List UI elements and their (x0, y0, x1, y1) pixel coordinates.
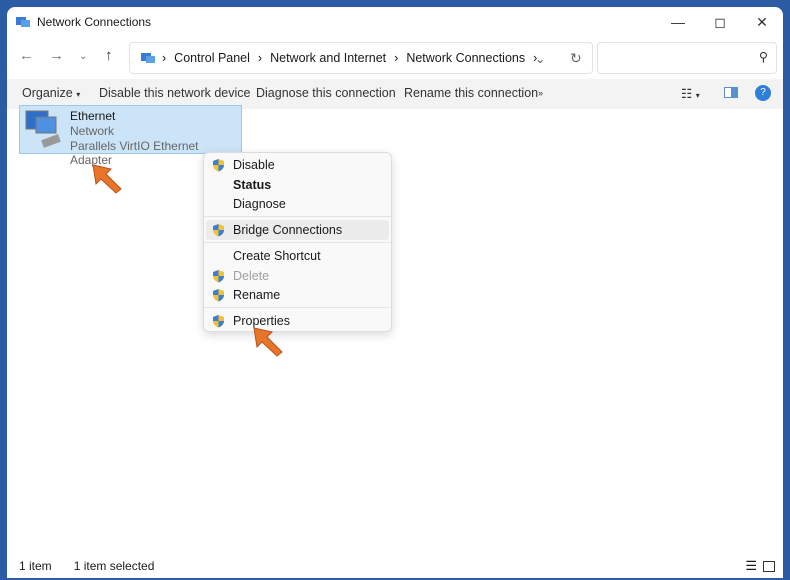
connection-status: Network (70, 124, 115, 138)
rename-button[interactable]: Rename this connection (404, 86, 538, 100)
help-icon[interactable]: ? (755, 85, 771, 101)
menu-item-disable[interactable]: Disable (206, 155, 389, 175)
back-icon[interactable]: ← (19, 47, 34, 64)
view-options-icon[interactable]: ☷ ▾ (681, 86, 700, 101)
organize-button[interactable]: Organize ▾ (22, 86, 80, 100)
diagnose-button[interactable]: Diagnose this connection (256, 86, 396, 100)
status-bar: 1 item 1 item selected ☰ (7, 554, 783, 578)
menu-item-properties[interactable]: Properties (206, 311, 389, 331)
network-connections-icon (16, 17, 30, 27)
large-icons-view-icon[interactable] (763, 560, 775, 572)
shield-icon (213, 159, 224, 172)
connection-name: Ethernet (70, 109, 116, 123)
network-icon (141, 53, 155, 63)
close-button[interactable]: ✕ (741, 7, 783, 37)
menu-item-delete: Delete (206, 266, 389, 286)
breadcrumb-control-panel[interactable]: Control Panel (174, 51, 250, 65)
ethernet-adapter-icon (25, 110, 61, 148)
ethernet-connection[interactable]: Ethernet Network Parallels VirtIO Ethern… (19, 105, 242, 167)
shield-icon (213, 224, 224, 237)
details-view-icon[interactable]: ☰ (745, 558, 757, 574)
preview-pane-icon[interactable] (724, 87, 738, 98)
pointer-arrow-icon (253, 327, 283, 357)
window: Network Connections — ◻ ✕ ← → ⌄ ↑ › Cont… (7, 7, 783, 578)
item-count: 1 item (19, 559, 52, 573)
menu-item-rename[interactable]: Rename (206, 285, 389, 305)
breadcrumb-network-internet[interactable]: Network and Internet (270, 51, 386, 65)
refresh-icon[interactable]: ↻ (570, 50, 582, 67)
breadcrumb-network-connections[interactable]: Network Connections (406, 51, 525, 65)
menu-item-diagnose[interactable]: Diagnose (206, 194, 389, 214)
window-title: Network Connections (37, 15, 152, 29)
menu-item-status[interactable]: Status (206, 175, 389, 195)
shield-icon (213, 270, 224, 283)
shield-icon (213, 315, 224, 328)
shield-icon (213, 289, 224, 302)
maximize-button[interactable]: ◻ (699, 7, 741, 37)
search-icon: ⚲ (758, 50, 768, 64)
recent-chevron-icon[interactable]: ⌄ (79, 51, 87, 62)
disable-device-button[interactable]: Disable this network device (99, 86, 250, 100)
context-menu: Disable Status Diagnose Bridge Connectio… (203, 152, 392, 332)
pointer-arrow-icon (92, 164, 122, 194)
more-options-button[interactable]: » (538, 88, 543, 98)
selected-count: 1 item selected (73, 559, 155, 573)
address-dropdown-icon[interactable]: ⌄ (535, 51, 545, 66)
minimize-button[interactable]: — (657, 7, 699, 37)
menu-item-create-shortcut[interactable]: Create Shortcut (206, 246, 389, 266)
up-icon[interactable]: ↑ (105, 47, 113, 64)
forward-icon[interactable]: → (49, 47, 64, 64)
file-list: Ethernet Network Parallels VirtIO Ethern… (7, 105, 783, 554)
menu-item-bridge-connections[interactable]: Bridge Connections (206, 220, 389, 240)
search-input[interactable]: ⚲ (597, 42, 777, 74)
address-bar[interactable]: › Control Panel › Network and Internet › N… (129, 42, 593, 74)
